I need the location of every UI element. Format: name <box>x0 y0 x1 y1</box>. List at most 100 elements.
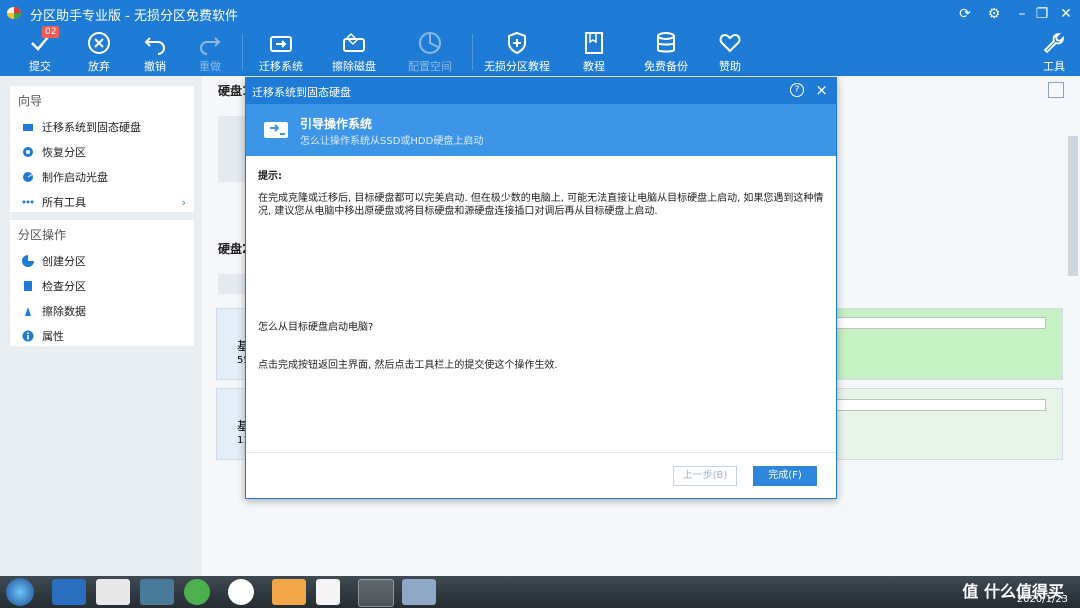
sidebar-item-recover-partition[interactable]: 恢复分区 <box>10 140 194 165</box>
info-icon <box>22 330 34 342</box>
partition-assistant-taskbar-icon[interactable] <box>358 579 394 607</box>
sidebar-item-label: 恢复分区 <box>42 146 86 159</box>
back-button[interactable]: 上一步(B) <box>673 466 737 486</box>
app-logo-icon <box>7 7 21 19</box>
partition-bar[interactable] <box>819 389 1062 459</box>
dialog-title: 迁移系统到固态硬盘 <box>252 86 351 99</box>
sidebar-item-create-partition[interactable]: 创建分区 <box>10 249 194 274</box>
toolbar-divider <box>472 34 473 70</box>
check-partition-icon <box>24 281 32 291</box>
partition-ops-panel: 分区操作 创建分区 检查分区 擦除数据 属性 <box>10 220 194 346</box>
maximize-button[interactable]: ❐ <box>1030 3 1054 25</box>
partition-bar[interactable] <box>819 309 1062 379</box>
start-button[interactable] <box>6 578 34 606</box>
boot-instruction: 点击完成按钮返回主界面, 然后点击工具栏上的提交使这个操作生效. <box>258 360 558 371</box>
sidebar-item-check-partition[interactable]: 检查分区 <box>10 274 194 299</box>
dialog-banner: 引导操作系统 怎么让操作系统从SSD或HDD硬盘上启动 <box>246 104 836 156</box>
usage-track <box>819 399 1046 411</box>
tools-button[interactable]: 工具 <box>1028 28 1080 76</box>
sidebar-item-label: 迁移系统到固态硬盘 <box>42 121 141 134</box>
disc-icon <box>23 172 34 182</box>
create-partition-icon <box>22 255 34 267</box>
wipe-disk-button[interactable]: 擦除磁盘 <box>328 28 380 76</box>
sidebar-item-boot-cd[interactable]: 制作启动光盘 <box>10 165 194 190</box>
dialog-title-bar: 迁移系统到固态硬盘 ? × <box>246 78 836 104</box>
sidebar-item-all-tools[interactable]: 所有工具 › <box>10 190 194 215</box>
redo-label: 重做 <box>199 60 221 73</box>
banner-title: 引导操作系统 <box>300 117 373 131</box>
document-icon[interactable] <box>316 579 340 605</box>
package-icon[interactable] <box>272 579 306 605</box>
search-app-icon[interactable] <box>228 579 254 605</box>
sidebar-item-label: 创建分区 <box>42 255 86 268</box>
migrate-disk-icon <box>270 36 292 52</box>
wizard-heading: 向导 <box>18 94 43 108</box>
wipe-disk-icon <box>343 32 365 52</box>
sidebar-item-migrate-ssd[interactable]: 迁移系统到固态硬盘 <box>10 115 194 140</box>
title-bar: 分区助手专业版 - 无损分区免费软件 ⟳ ⚙ – ❐ ✕ <box>0 0 1080 28</box>
dialog-close-button[interactable]: × <box>815 81 828 99</box>
redo-icon <box>200 37 221 55</box>
sidebar-item-label: 属性 <box>42 330 64 343</box>
finish-button[interactable]: 完成(F) <box>753 466 817 486</box>
allocate-space-button[interactable]: 配置空间 <box>404 28 456 76</box>
migrate-os-label: 迁移系统 <box>259 60 303 73</box>
wipe-disk-label: 擦除磁盘 <box>332 60 376 73</box>
refresh-icon[interactable]: ⟳ <box>953 3 977 25</box>
redo-button[interactable]: 重做 <box>184 28 236 76</box>
chevron-right-icon: › <box>181 196 186 209</box>
sponsor-button[interactable]: 赞助 <box>704 28 756 76</box>
wizard-panel: 向导 迁移系统到固态硬盘 恢复分区 制作启动光盘 所有工具 › <box>10 86 194 212</box>
close-button[interactable]: ✕ <box>1054 3 1078 25</box>
undo-icon <box>144 37 165 55</box>
taskbar: 值 什么值得买 2020/1/23 <box>0 576 1080 608</box>
tutorial-button[interactable]: 教程 <box>568 28 620 76</box>
paint-icon[interactable] <box>402 579 436 605</box>
clock-date[interactable]: 2020/1/23 <box>1017 594 1068 605</box>
allocate-space-icon <box>419 32 441 54</box>
submit-button[interactable]: 02 提交 <box>14 26 66 76</box>
boot-disk-icon <box>264 122 288 138</box>
recover-icon <box>23 147 33 157</box>
disk-1-card[interactable] <box>218 116 248 182</box>
solitaire-icon[interactable] <box>96 579 130 605</box>
toolbar: 02 提交 放弃 撤销 重做 迁移系统 擦除磁盘 配置空间 无损分区教程 教程 … <box>0 26 1080 76</box>
migrate-os-button[interactable]: 迁移系统 <box>255 28 307 76</box>
toolbar-divider <box>242 34 243 70</box>
tip-text: 在完成克隆或迁移后, 目标硬盘都可以完美启动. 但在极少数的电脑上, 可能无法直… <box>258 193 824 217</box>
system-tray: 值 什么值得买 2020/1/23 <box>830 576 1080 608</box>
book-icon <box>585 32 603 54</box>
sidebar-item-label: 所有工具 <box>42 196 86 209</box>
view-toggle-icon[interactable] <box>1048 82 1064 98</box>
free-backup-button[interactable]: 免费备份 <box>640 28 692 76</box>
sidebar-item-label: 检查分区 <box>42 280 86 293</box>
heart-icon <box>719 33 741 53</box>
usage-track <box>819 317 1046 329</box>
browser-icon[interactable] <box>184 579 210 605</box>
free-backup-label: 免费备份 <box>644 60 688 73</box>
discard-button[interactable]: 放弃 <box>73 28 125 76</box>
tutorial-label: 教程 <box>583 60 605 73</box>
help-icon[interactable]: ? <box>790 83 804 97</box>
scrollbar[interactable] <box>1068 136 1078 276</box>
sidebar-item-wipe-data[interactable]: 擦除数据 <box>10 299 194 324</box>
partition-tutorial-button[interactable]: 无损分区教程 <box>482 28 552 76</box>
sidebar-item-properties[interactable]: 属性 <box>10 324 194 349</box>
discard-label: 放弃 <box>88 60 110 73</box>
settings-icon[interactable]: ⚙ <box>982 3 1006 25</box>
sidebar: 向导 迁移系统到固态硬盘 恢复分区 制作启动光盘 所有工具 › 分区操作 创建分… <box>0 76 202 576</box>
ie-icon[interactable] <box>52 579 86 605</box>
sidebar-item-label: 制作启动光盘 <box>42 171 108 184</box>
game-icon[interactable] <box>140 579 174 605</box>
undo-button[interactable]: 撤销 <box>129 28 181 76</box>
sponsor-label: 赞助 <box>719 60 741 73</box>
more-dots-icon <box>22 200 34 204</box>
disk-2-card[interactable] <box>218 274 248 294</box>
migrate-os-dialog: 迁移系统到固态硬盘 ? × 引导操作系统 怎么让操作系统从SSD或HDD硬盘上启… <box>245 77 837 499</box>
footer-divider <box>246 452 836 453</box>
undo-label: 撤销 <box>144 60 166 73</box>
allocate-space-label: 配置空间 <box>408 60 452 73</box>
shield-icon <box>508 31 526 55</box>
boot-question: 怎么从目标硬盘启动电脑? <box>258 322 374 333</box>
brush-icon <box>25 307 31 316</box>
